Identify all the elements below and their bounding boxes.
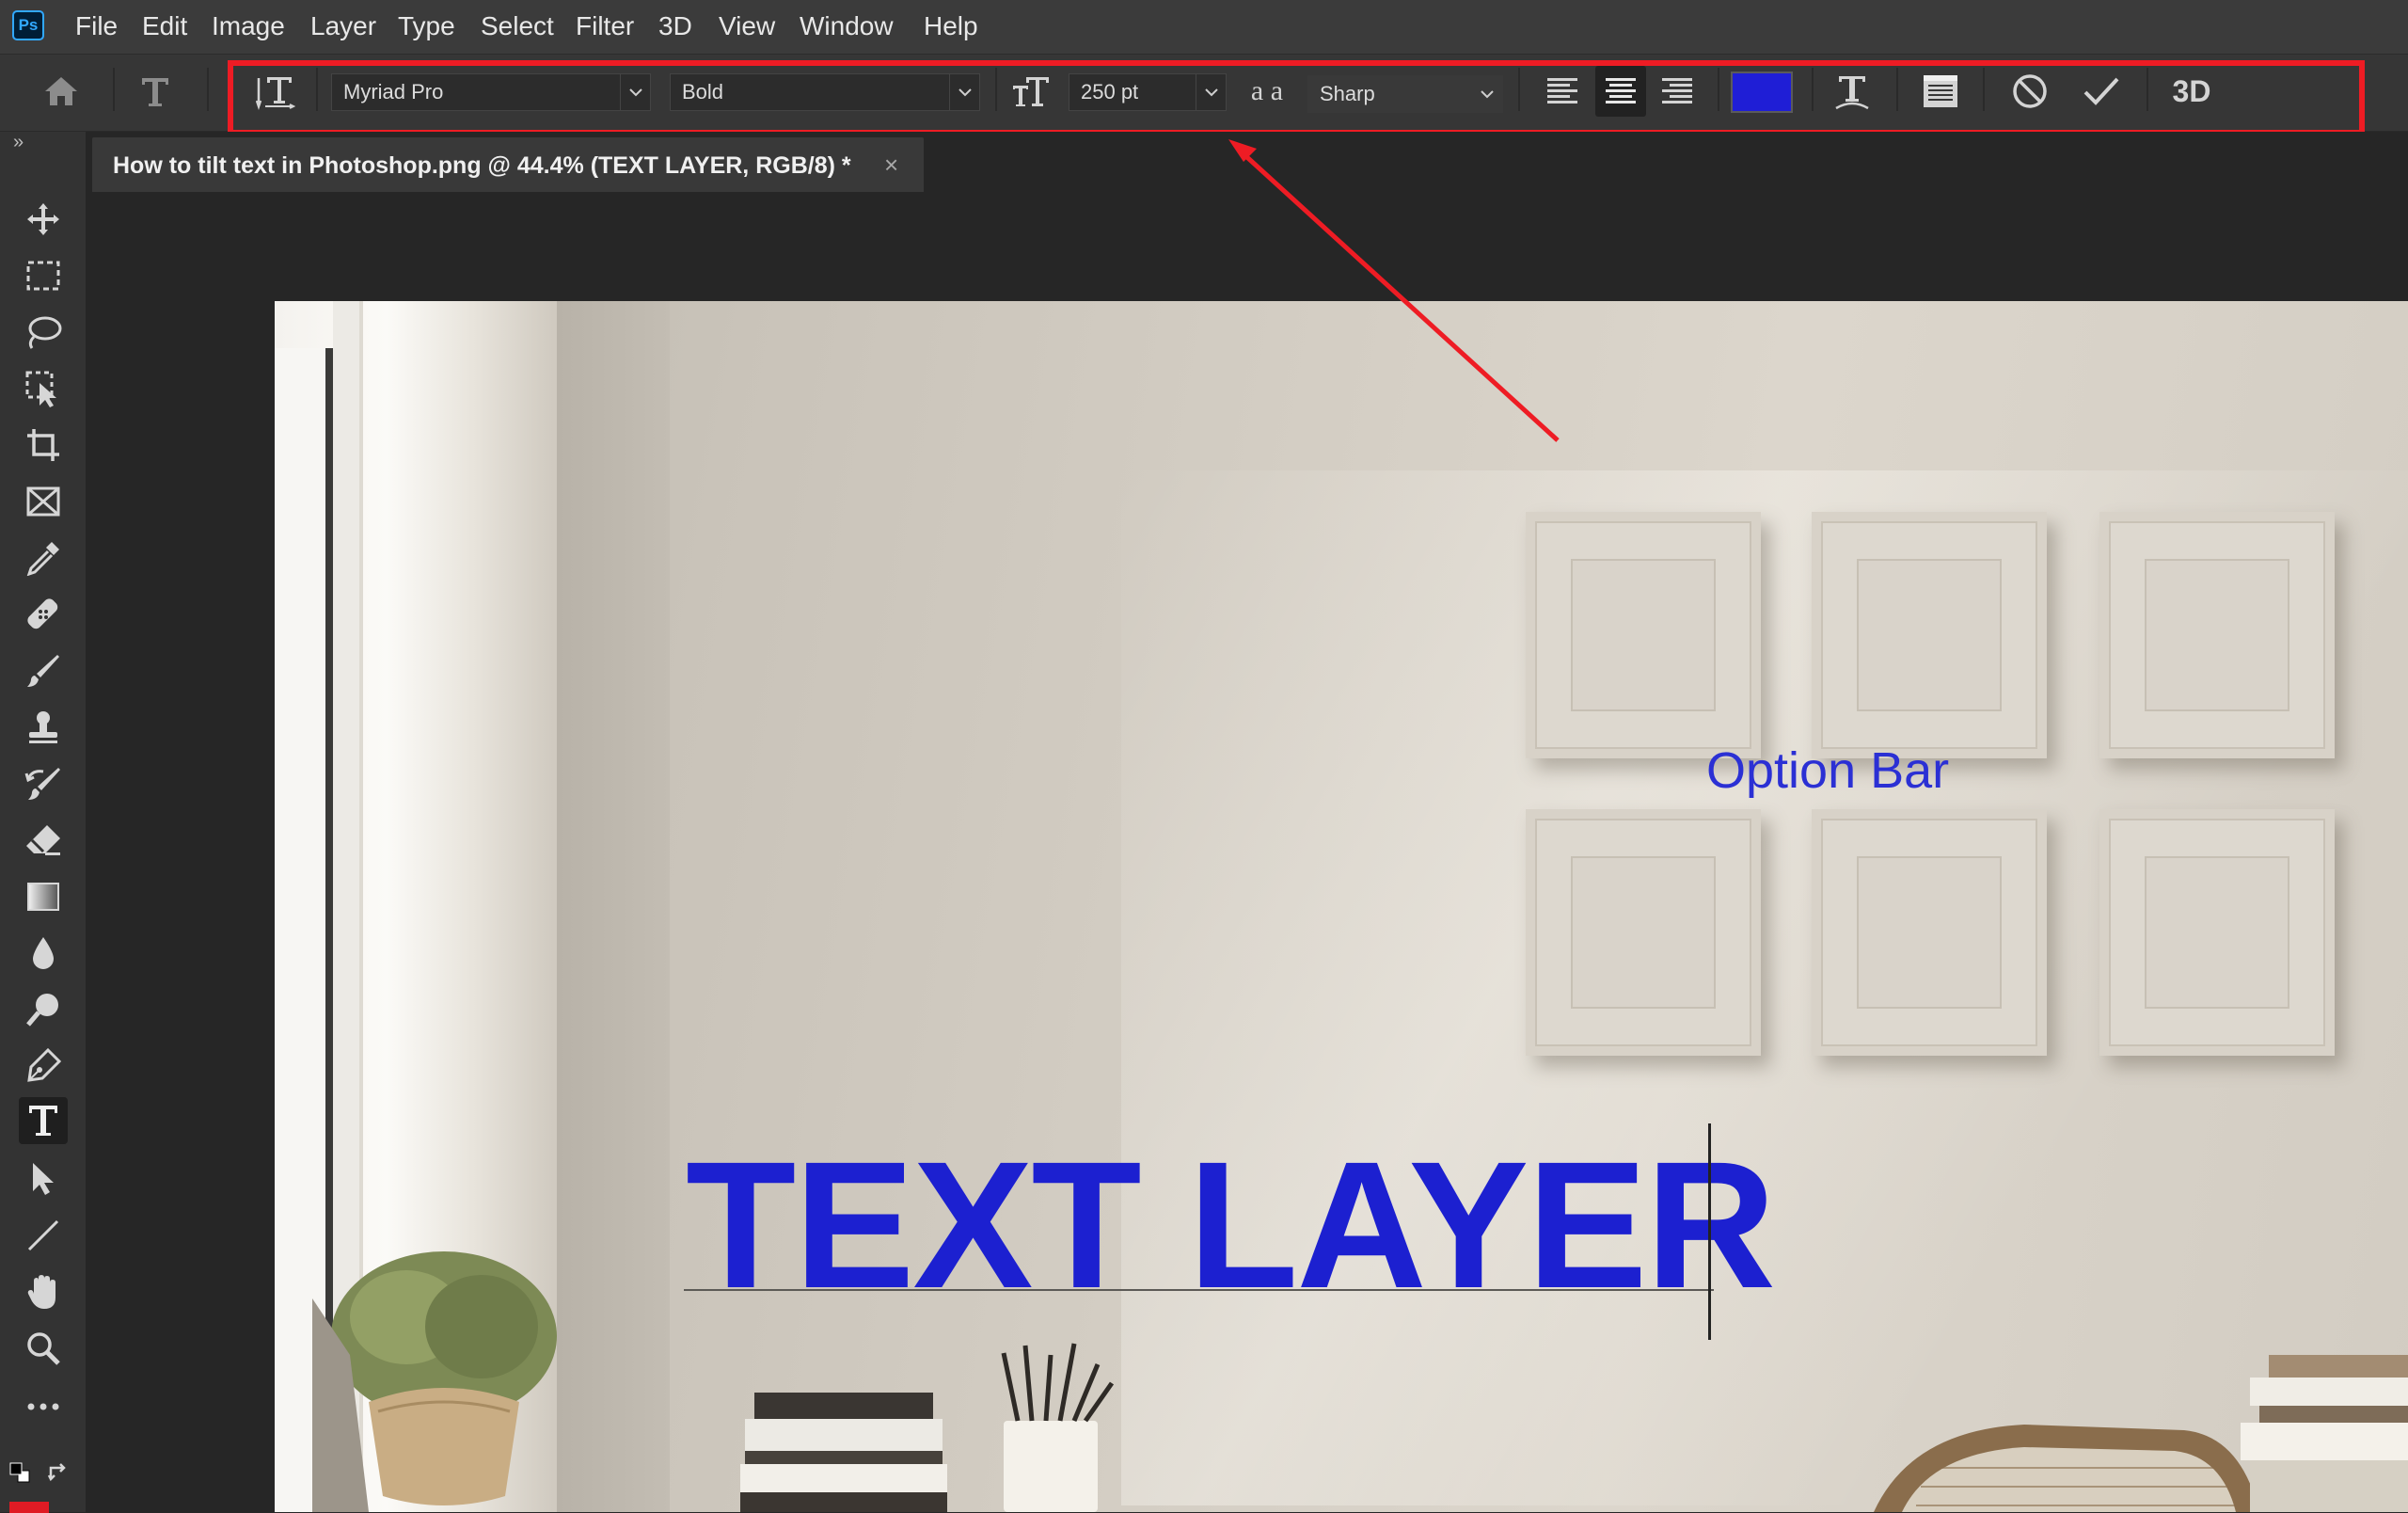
rectangular-marquee-icon[interactable]	[19, 252, 68, 299]
wall-frame	[2099, 512, 2335, 758]
hand-icon[interactable]	[19, 1268, 68, 1315]
eyedropper-icon[interactable]	[19, 534, 68, 581]
document-tab[interactable]: How to tilt text in Photoshop.png @ 44.4…	[92, 137, 924, 192]
potted-plant	[312, 1242, 594, 1512]
more-tools-icon[interactable]	[19, 1383, 68, 1430]
menu-layer[interactable]: Layer	[310, 11, 376, 41]
photoshop-logo-icon: Ps	[12, 10, 44, 40]
swap-colors-icon[interactable]	[47, 1462, 70, 1483]
blur-icon[interactable]	[19, 930, 68, 977]
chair	[1874, 1411, 2269, 1512]
wall-frame	[1812, 512, 2047, 758]
menu-file[interactable]: File	[75, 11, 118, 41]
wall-frame	[2099, 809, 2335, 1056]
crop-icon[interactable]	[19, 422, 68, 469]
move-tool-icon[interactable]	[19, 196, 68, 243]
menu-image[interactable]: Image	[212, 11, 285, 41]
tool-preset-type-icon[interactable]	[132, 68, 179, 115]
frame-icon[interactable]	[19, 478, 68, 525]
canvas-area[interactable]: TEXT LAYER Option Bar	[87, 192, 2408, 1512]
home-icon[interactable]	[36, 68, 87, 115]
annotation-label: Option Bar	[1706, 742, 1950, 799]
menu-edit[interactable]: Edit	[142, 11, 187, 41]
menu-help[interactable]: Help	[924, 11, 978, 41]
wall-frame	[1526, 512, 1761, 758]
wall-frame	[1812, 809, 2047, 1056]
document-tab-title: How to tilt text in Photoshop.png @ 44.4…	[113, 152, 851, 179]
book-stack-right	[2231, 1355, 2408, 1512]
default-colors-icon[interactable]	[9, 1462, 30, 1483]
text-baseline	[684, 1289, 1714, 1291]
desk-items	[726, 1336, 1159, 1512]
menu-bar: Ps File Edit Image Layer Type Select Fil…	[0, 0, 2408, 54]
path-selection-icon[interactable]	[19, 1155, 68, 1202]
healing-brush-icon[interactable]	[19, 591, 68, 638]
close-icon[interactable]: ×	[884, 151, 898, 180]
gradient-icon[interactable]	[19, 873, 68, 920]
zoom-icon[interactable]	[19, 1325, 68, 1372]
history-brush-icon[interactable]	[19, 760, 68, 807]
text-cursor	[1708, 1123, 1711, 1340]
collapse-panel-icon[interactable]: »	[13, 132, 24, 153]
option-bar-highlight	[228, 60, 2365, 135]
foreground-color-swatch[interactable]	[9, 1502, 49, 1513]
lasso-icon[interactable]	[19, 309, 68, 356]
eraser-icon[interactable]	[19, 817, 68, 864]
brush-icon[interactable]	[19, 647, 68, 694]
pen-icon[interactable]	[19, 1043, 68, 1090]
menu-3d[interactable]: 3D	[658, 11, 692, 41]
tools-panel: »	[0, 132, 87, 1513]
dodge-icon[interactable]	[19, 986, 68, 1033]
menu-filter[interactable]: Filter	[576, 11, 634, 41]
menu-type[interactable]: Type	[398, 11, 455, 41]
menu-view[interactable]: View	[719, 11, 775, 41]
line-icon[interactable]	[19, 1212, 68, 1259]
document-tab-bar: How to tilt text in Photoshop.png @ 44.4…	[87, 132, 2408, 192]
wall-frame	[1526, 809, 1761, 1056]
object-selection-icon[interactable]	[19, 365, 68, 412]
menu-window[interactable]: Window	[800, 11, 894, 41]
menu-select[interactable]: Select	[481, 11, 554, 41]
clone-stamp-icon[interactable]	[19, 704, 68, 751]
type-tool-icon[interactable]	[19, 1097, 68, 1144]
document-image[interactable]: TEXT LAYER Option Bar	[275, 301, 2408, 1512]
